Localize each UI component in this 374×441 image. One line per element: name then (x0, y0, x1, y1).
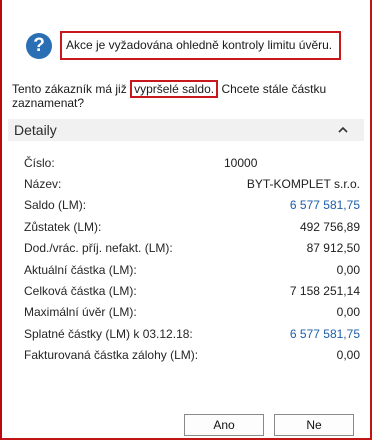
detail-value: BYT-KOMPLET s.r.o. (246, 177, 360, 192)
detail-row: Saldo (LM): 6 577 581,75 (24, 195, 360, 216)
detail-label: Splatné částky (LM) k 03.12.18: (24, 326, 193, 341)
details-list: Číslo: 10000 Název: BYT-KOMPLET s.r.o. S… (24, 152, 360, 366)
detail-label: Maximální úvěr (LM): (24, 305, 137, 320)
yes-button[interactable]: Ano (184, 414, 264, 436)
detail-value: 0,00 (336, 348, 360, 363)
detail-row: Číslo: 10000 (24, 152, 360, 173)
detail-value: 492 756,89 (299, 219, 360, 234)
detail-label: Název: (24, 177, 62, 192)
detail-row: Aktuální částka (LM): 0,00 (24, 259, 360, 280)
detail-value: 10000 (224, 155, 258, 170)
detail-value: 0,00 (336, 262, 360, 277)
chevron-up-icon[interactable] (338, 125, 348, 136)
detail-row: Maximální úvěr (LM): 0,00 (24, 302, 360, 323)
details-section-header[interactable]: Detaily (8, 119, 364, 141)
question-icon: ? (26, 32, 52, 59)
dialog-buttons: Ano Ne (2, 414, 374, 436)
detail-label: Celková částka (LM): (24, 284, 137, 299)
detail-label: Dod./vrác. příj. nefakt. (LM): (24, 241, 173, 256)
detail-label: Aktuální částka (LM): (24, 262, 137, 277)
detail-row: Splatné částky (LM) k 03.12.18: 6 577 58… (24, 323, 360, 344)
detail-row: Dod./vrác. příj. nefakt. (LM): 87 912,50 (24, 238, 360, 259)
subtext-start: Tento zákazník má již (12, 82, 131, 96)
detail-value: 0,00 (336, 305, 360, 320)
detail-row: Celková částka (LM): 7 158 251,14 (24, 280, 360, 301)
detail-value-link[interactable]: 6 577 581,75 (224, 327, 360, 341)
dialog-header: ? Akce je vyžadována ohledně kontroly li… (26, 31, 341, 60)
detail-label: Číslo: (24, 155, 55, 170)
detail-value-link[interactable]: 6 577 581,75 (224, 198, 360, 212)
detail-value: 7 158 251,14 (289, 284, 360, 299)
detail-label: Zůstatek (LM): (24, 219, 102, 234)
detail-row: Fakturovaná částka zálohy (LM): 0,00 (24, 345, 360, 366)
detail-row: Název: BYT-KOMPLET s.r.o. (24, 173, 360, 194)
dialog-message: Akce je vyžadována ohledně kontroly limi… (60, 31, 341, 60)
details-title: Detaily (14, 122, 57, 138)
detail-row: Zůstatek (LM): 492 756,89 (24, 216, 360, 237)
subtext-highlight: vypršelé saldo. (130, 80, 219, 98)
no-button[interactable]: Ne (274, 414, 354, 436)
detail-value: 87 912,50 (306, 241, 360, 256)
detail-label: Fakturovaná částka zálohy (LM): (24, 348, 199, 363)
dialog-subtext: Tento zákazník má již vypršelé saldo. Ch… (12, 80, 360, 110)
credit-limit-dialog: ? Akce je vyžadována ohledně kontroly li… (0, 0, 372, 440)
detail-label: Saldo (LM): (24, 198, 87, 213)
